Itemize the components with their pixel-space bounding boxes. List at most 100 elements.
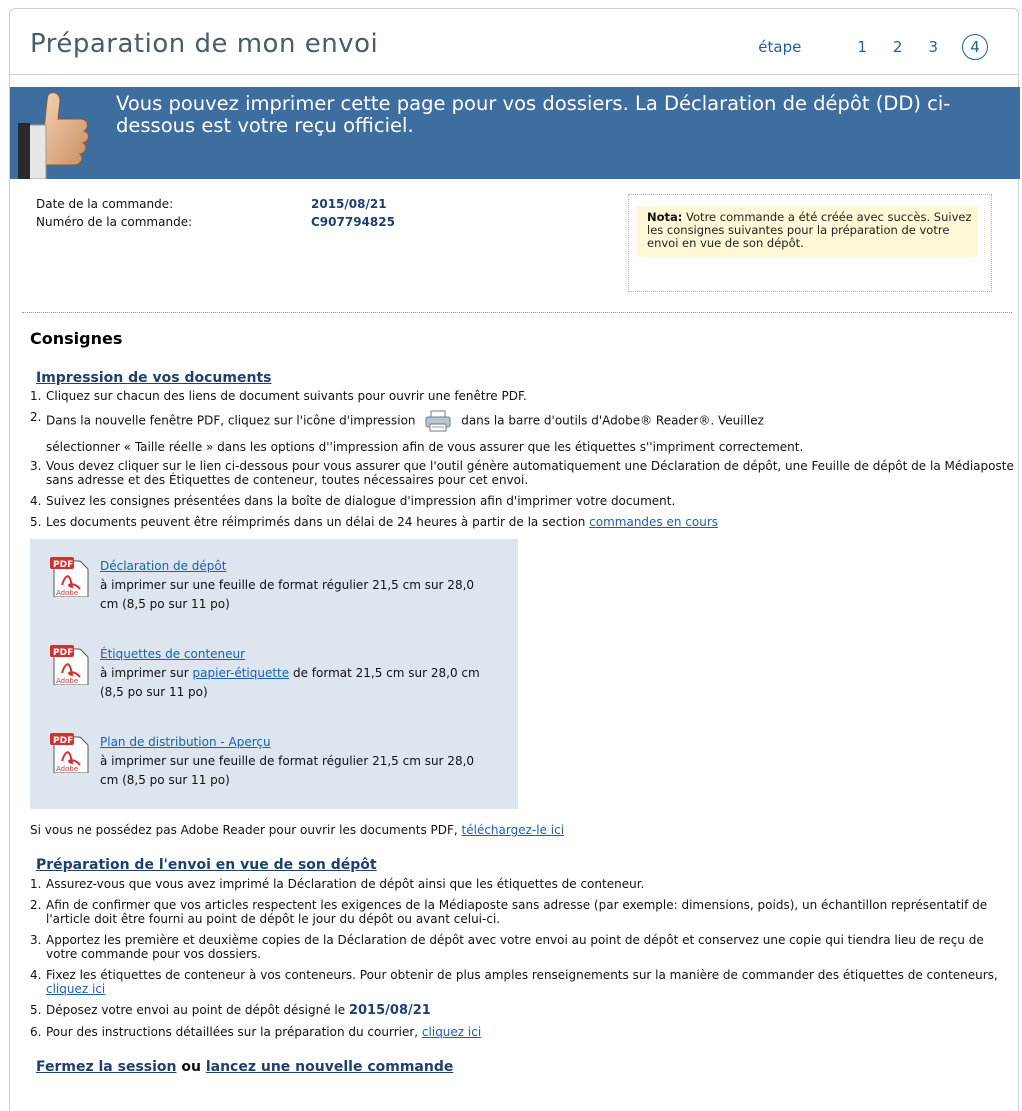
order-date-value: 2015/08/21 xyxy=(311,197,387,211)
logout-link[interactable]: Fermez la session xyxy=(36,1059,177,1075)
or-text: ou xyxy=(181,1059,201,1075)
list-number: 3. xyxy=(30,933,42,947)
list-number: 6. xyxy=(30,1025,42,1039)
list-text-part: Dans la nouvelle fenêtre PDF, cliquez su… xyxy=(46,413,416,428)
list-item: 5. Les documents peuvent être réimprimés… xyxy=(30,515,1015,529)
order-number-label: Numéro de la commande: xyxy=(36,215,193,229)
declaration-description: à imprimer sur une feuille de format rég… xyxy=(100,578,475,611)
list-number: 5. xyxy=(30,1003,42,1017)
pdf-icon: PDF Adobe xyxy=(50,645,89,685)
list-text: Vous devez cliquer sur le lien ci-dessou… xyxy=(46,459,1014,487)
list-item: 3. Vous devez cliquer sur le lien ci-des… xyxy=(30,459,1015,487)
list-number: 5. xyxy=(30,515,42,529)
preparation-heading-link[interactable]: Préparation de l'envoi en vue de son dép… xyxy=(36,857,377,873)
svg-text:PDF: PDF xyxy=(53,736,73,746)
container-labels-link[interactable]: Étiquettes de conteneur xyxy=(100,647,245,661)
deposit-date: 2015/08/21 xyxy=(348,1003,431,1018)
preparation-instructions: 1. Assurez-vous que vous avez imprimé la… xyxy=(30,877,1015,1039)
step-2: 2 xyxy=(892,38,903,56)
adobe-text: Si vous ne possédez pas Adobe Reader pou… xyxy=(30,823,458,837)
document-labels: PDF Adobe Étiquettes de conteneur à impr… xyxy=(50,645,480,702)
step-4-current: 4 xyxy=(962,34,988,60)
list-item: 2. Dans la nouvelle fenêtre PDF, cliquez… xyxy=(30,410,1015,454)
footer-links: Fermez la session ou lancez une nouvelle… xyxy=(36,1059,1015,1075)
order-number-value: C907794825 xyxy=(311,215,395,229)
current-orders-link[interactable]: commandes en cours xyxy=(589,515,718,529)
list-text-part: Fixez les étiquettes de conteneur à vos … xyxy=(46,968,998,982)
pdf-icon: PDF Adobe xyxy=(50,557,89,597)
list-text-part: Pour des instructions détaillées sur la … xyxy=(46,1025,419,1039)
adobe-download-link[interactable]: téléchargez-le ici xyxy=(462,823,565,837)
svg-text:PDF: PDF xyxy=(53,560,73,570)
order-date-row: Date de la commande: 2015/08/21 xyxy=(36,195,395,213)
nota-text: Votre commande a été créée avec succès. … xyxy=(647,210,972,250)
list-text: Cliquez sur chacun des liens de document… xyxy=(46,389,527,403)
list-item: 1. Cliquez sur chacun des liens de docum… xyxy=(30,389,1015,403)
labels-description: à imprimer sur xyxy=(100,666,189,680)
document-distribution-plan: PDF Adobe Plan de distribution - Aperçu … xyxy=(50,733,480,790)
mail-preparation-link[interactable]: cliquez ici xyxy=(422,1025,481,1039)
pdf-icon: PDF Adobe xyxy=(50,733,89,773)
list-text: Assurez-vous que vous avez imprimé la Dé… xyxy=(46,877,645,891)
list-item: 6. Pour des instructions détaillées sur … xyxy=(30,1025,1015,1039)
order-number-row: Numéro de la commande: C907794825 xyxy=(36,213,395,231)
list-text: Afin de confirmer que vos articles respe… xyxy=(46,898,988,926)
list-number: 4. xyxy=(30,968,42,982)
document-declaration: PDF Adobe Déclaration de dépôt à imprime… xyxy=(50,557,480,614)
distribution-plan-link[interactable]: Plan de distribution - Aperçu xyxy=(100,735,271,749)
list-text-part: dans la barre d'outils d'Adobe® Reader®.… xyxy=(461,413,764,428)
declaration-link[interactable]: Déclaration de dépôt xyxy=(100,559,226,573)
list-text: Déposez votre envoi au point de dépôt dé… xyxy=(46,1003,431,1018)
order-info: Date de la commande: 2015/08/21 Numéro d… xyxy=(36,195,395,231)
svg-text:Adobe: Adobe xyxy=(56,765,78,773)
list-number: 1. xyxy=(30,877,42,891)
list-item: 4. Suivez les consignes présentées dans … xyxy=(30,494,1015,508)
new-order-link[interactable]: lancez une nouvelle commande xyxy=(206,1059,454,1075)
list-text: Pour des instructions détaillées sur la … xyxy=(46,1025,481,1039)
list-text: Suivez les consignes présentées dans la … xyxy=(46,494,676,508)
list-text-part: Les documents peuvent être réimprimés da… xyxy=(46,515,586,529)
container-labels-info-link[interactable]: cliquez ici xyxy=(46,982,105,996)
list-number: 2. xyxy=(30,410,42,424)
printing-heading-link[interactable]: Impression de vos documents xyxy=(36,370,271,386)
main-content: Consignes Impression de vos documents 1.… xyxy=(30,329,1015,1075)
adobe-download-text: Si vous ne possédez pas Adobe Reader pou… xyxy=(30,823,1015,837)
svg-text:PDF: PDF xyxy=(53,648,73,658)
printing-instructions: 1. Cliquez sur chacun des liens de docum… xyxy=(30,389,1015,529)
step-indicator: étape 1 2 3 4 xyxy=(758,34,988,60)
nota-content: Nota: Votre commande a été créée avec su… xyxy=(637,206,978,257)
list-number: 2. xyxy=(30,898,42,912)
list-item: 2. Afin de confirmer que vos articles re… xyxy=(30,898,1015,926)
list-number: 1. xyxy=(30,389,42,403)
list-text: Fixez les étiquettes de conteneur à vos … xyxy=(46,968,1015,996)
label-paper-link[interactable]: papier-étiquette xyxy=(193,666,290,680)
page-container: Préparation de mon envoi étape 1 2 3 4 V… xyxy=(9,8,1020,1111)
list-text-part: sélectionner « Taille réelle » dans les … xyxy=(46,440,804,454)
list-item: 4. Fixez les étiquettes de conteneur à v… xyxy=(30,968,1015,996)
svg-text:Adobe: Adobe xyxy=(56,589,78,597)
list-text: Les documents peuvent être réimprimés da… xyxy=(46,515,718,529)
list-text: Dans la nouvelle fenêtre PDF, cliquez su… xyxy=(46,410,803,454)
divider xyxy=(22,312,1012,313)
step-label: étape xyxy=(758,38,802,56)
list-text: Apportez les première et deuxième copies… xyxy=(46,933,984,961)
list-number: 3. xyxy=(30,459,42,473)
banner-message: Vous pouvez imprimer cette page pour vos… xyxy=(116,92,951,137)
printer-icon xyxy=(425,410,451,432)
documents-panel: PDF Adobe Déclaration de dépôt à imprime… xyxy=(30,539,518,809)
order-date-label: Date de la commande: xyxy=(36,197,174,211)
page-title: Préparation de mon envoi xyxy=(30,29,379,59)
list-item: 3. Apportez les première et deuxième cop… xyxy=(30,933,1015,961)
header-bar: Préparation de mon envoi étape 1 2 3 4 xyxy=(10,9,1018,75)
distribution-plan-description: à imprimer sur une feuille de format rég… xyxy=(100,754,475,787)
info-banner: Vous pouvez imprimer cette page pour vos… xyxy=(10,87,1020,179)
consignes-title: Consignes xyxy=(30,329,123,348)
list-item: 5. Déposez votre envoi au point de dépôt… xyxy=(30,1003,1015,1018)
step-3: 3 xyxy=(928,38,938,56)
list-text-part: Déposez votre envoi au point de dépôt dé… xyxy=(46,1003,346,1017)
step-1: 1 xyxy=(857,38,867,56)
thumbs-up-icon xyxy=(18,92,89,179)
nota-box: Nota: Votre commande a été créée avec su… xyxy=(628,194,992,292)
list-item: 1. Assurez-vous que vous avez imprimé la… xyxy=(30,877,1015,891)
nota-label: Nota: xyxy=(647,210,683,224)
